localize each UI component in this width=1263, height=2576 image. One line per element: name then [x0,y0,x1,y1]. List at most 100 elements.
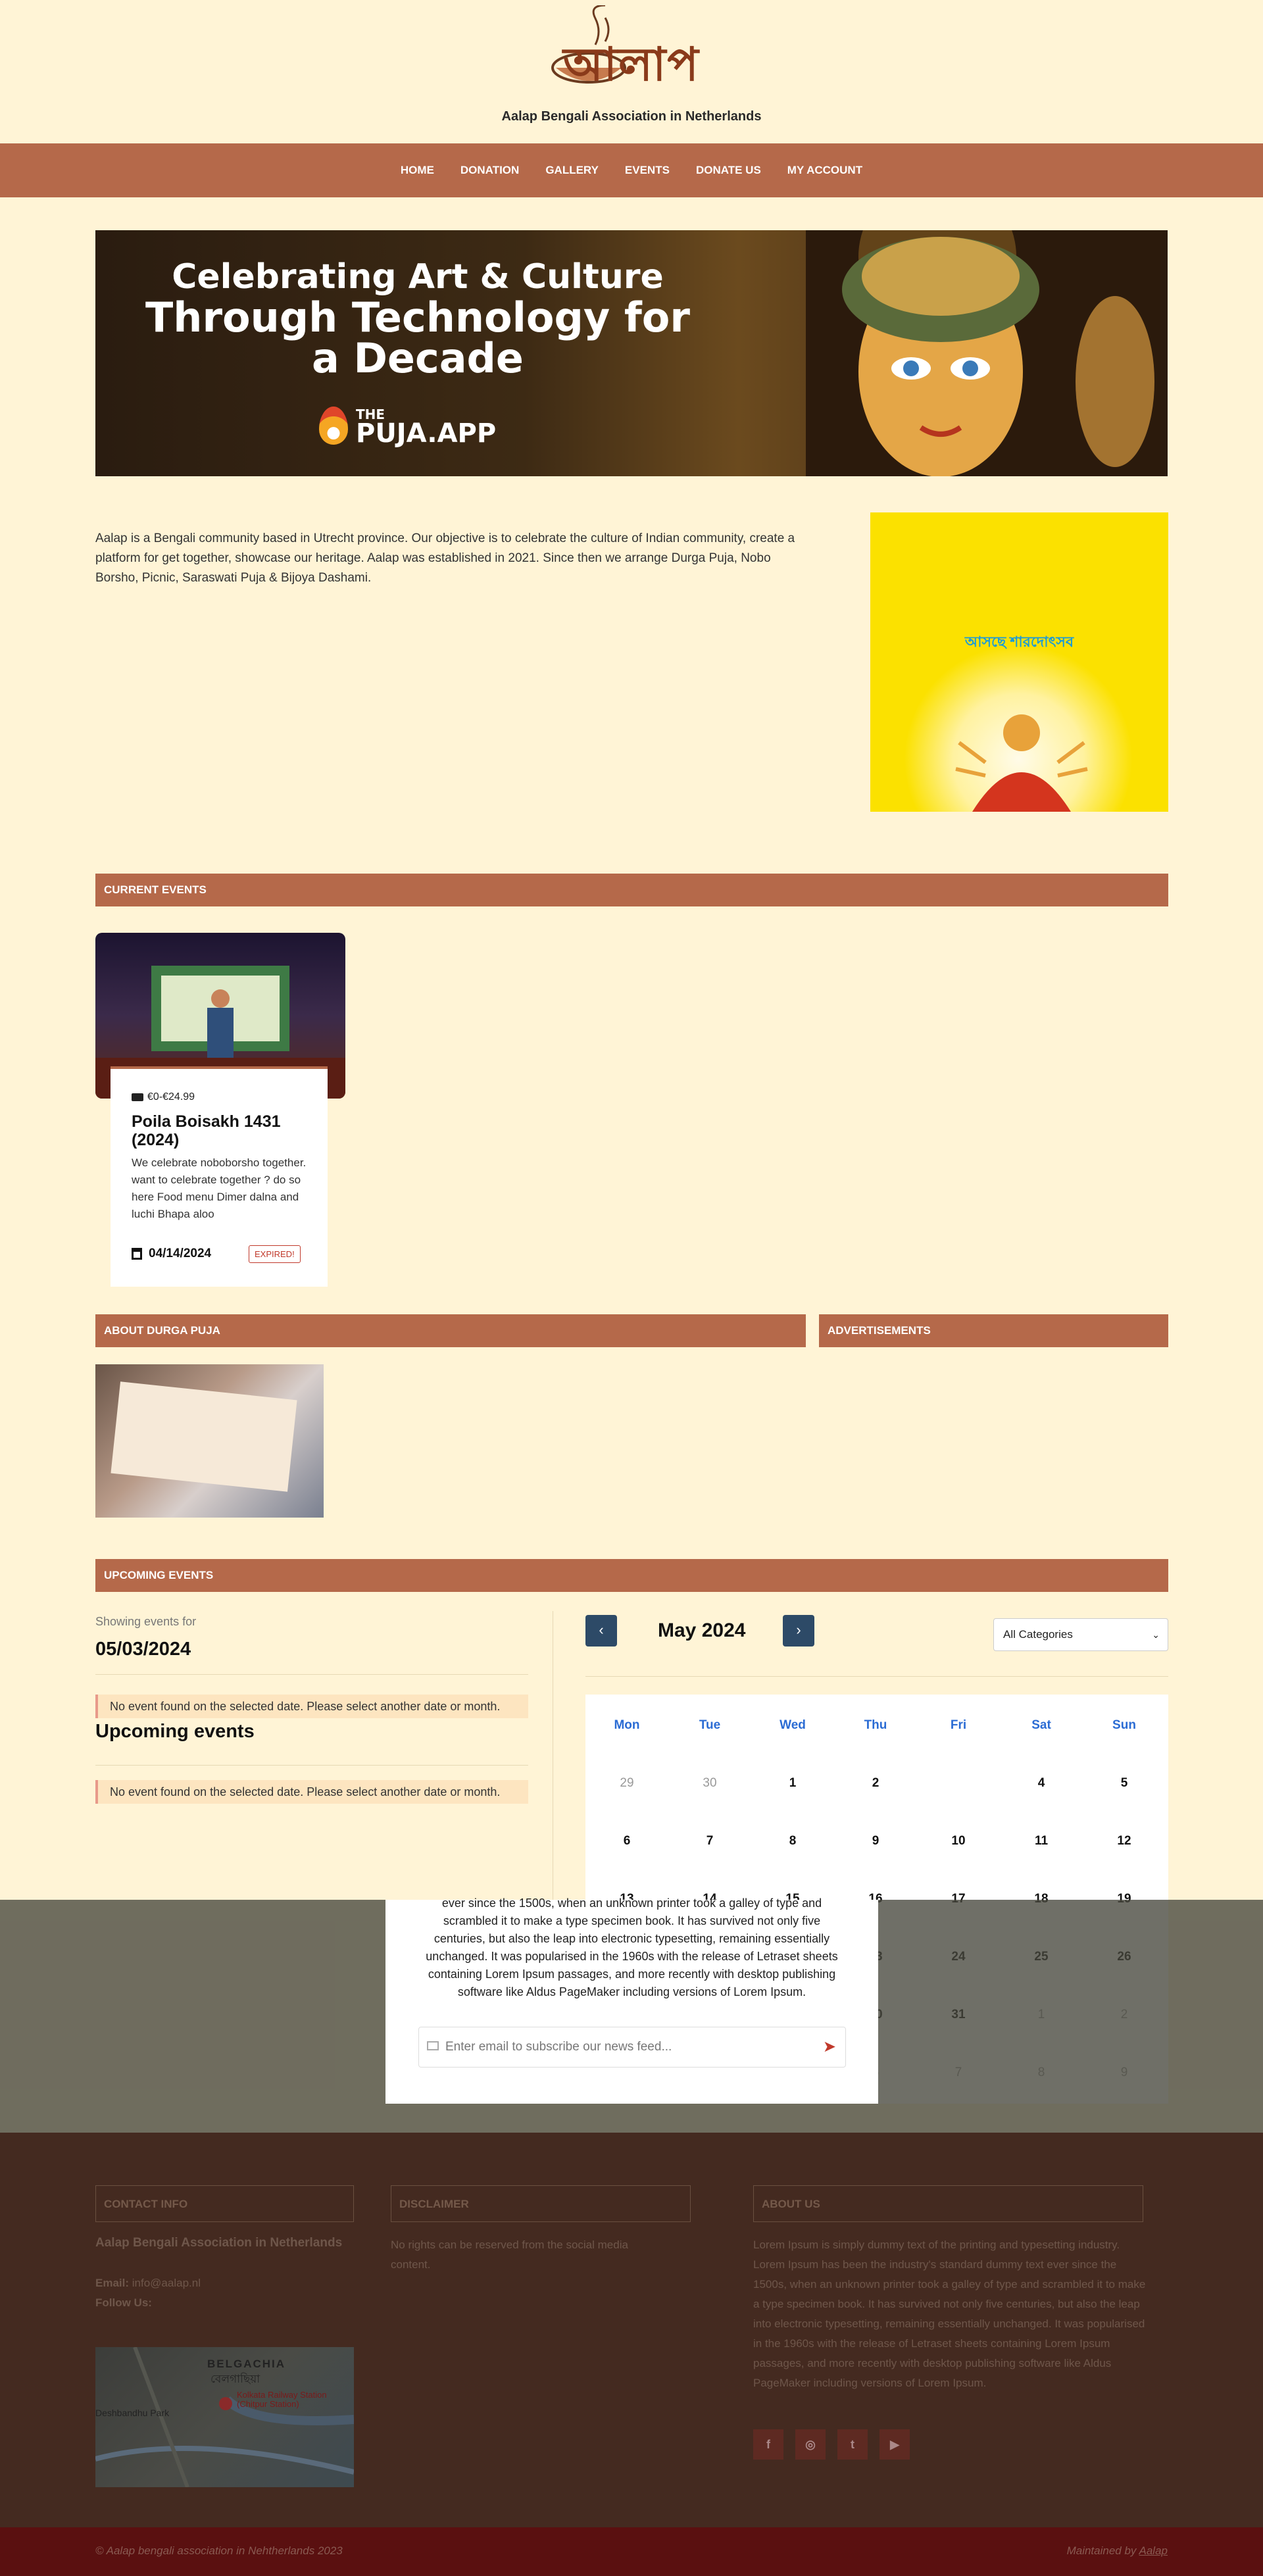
durga-face-image [806,230,1161,476]
twitter-icon[interactable]: t [837,2429,868,2460]
category-select[interactable]: All Categories ⌄ [993,1618,1168,1651]
footer-email: Email: info@aalap.nl [95,2273,201,2293]
calendar-day[interactable]: 5 [1083,1776,1166,1791]
showing-date: 05/03/2024 [95,1639,191,1660]
intro-text: Aalap is a Bengali community based in Ut… [95,532,795,585]
day-name: Tue [699,1718,721,1732]
maintainer-link[interactable]: Aalap [1139,2544,1168,2557]
nav-item-donation[interactable]: DONATION [460,164,519,177]
contact-info-title: CONTACT INFO [95,2185,354,2222]
calendar-month: May 2024 [658,1620,746,1641]
calendar-icon [132,1248,142,1260]
instagram-icon[interactable]: ◎ [795,2429,826,2460]
upcoming-events-bar: UPCOMING EVENTS [95,1559,1168,1592]
calendar-day[interactable]: 10 [917,1834,1000,1848]
about-us-title: ABOUT US [753,2185,1143,2222]
event-date: 04/14/2024 [132,1247,211,1261]
map-label-area: BELGACHIA [207,2358,286,2370]
banner-line-3: a Decade [312,334,524,382]
calendar-day[interactable]: 11 [1000,1834,1083,1848]
advertisements-bar: ADVERTISEMENTS [819,1314,1168,1347]
subscribe-popup: ever since the 1500s, when an unknown pr… [385,1896,878,2104]
divider [95,1765,528,1766]
calendar-day[interactable]: 3 [917,1776,1000,1791]
durga-promo-image[interactable]: আসছে শারদোৎসব [870,512,1168,812]
next-month-button[interactable]: › [783,1615,814,1647]
prev-month-button[interactable]: ‹ [585,1615,617,1647]
calendar-day[interactable]: 1 [751,1776,834,1791]
banner-line-1: Celebrating Art & Culture [172,257,664,297]
calendar-card-photo [111,1381,297,1492]
banner-line-2: Through Technology for [145,293,690,341]
subscribe-input[interactable]: Enter email to subscribe our news feed..… [418,2027,846,2068]
upcoming-heading: Upcoming events [95,1721,255,1742]
site-header: আলাপ Aalap Bengali Association in Nether… [0,0,1263,143]
event-card[interactable]: €0-€24.99 Poila Boisakh 1431 (2024) We c… [111,1066,328,1287]
about-us-text: Lorem Ipsum is simply dummy text of the … [753,2239,1146,2389]
footer-org-name: Aalap Bengali Association in Netherlands [95,2236,343,2250]
maintained-by-label: Maintained by [1066,2544,1137,2557]
divider [95,1674,528,1675]
divider [585,1676,1168,1677]
flame-icon [319,407,348,445]
disclaimer-text: No rights can be reserved from the socia… [391,2239,628,2271]
calendar-day[interactable]: 12 [1083,1834,1166,1848]
event-description: We celebrate noboborsho together. want t… [132,1156,307,1220]
no-event-alert-2: No event found on the selected date. Ple… [95,1780,528,1804]
nav-item-events[interactable]: EVENTS [625,164,670,177]
calendar-day[interactable]: 6 [585,1834,668,1848]
main-nav: HOME DONATION GALLERY EVENTS DONATE US M… [0,143,1263,197]
nav-item-gallery[interactable]: GALLERY [545,164,599,177]
email-label: Email: [95,2277,130,2289]
email-value[interactable]: info@aalap.nl [132,2277,201,2289]
nav-item-home[interactable]: HOME [401,164,434,177]
day-name: Mon [614,1718,640,1732]
event-date-value: 04/14/2024 [149,1247,212,1260]
day-name: Thu [864,1718,887,1732]
nav-item-my-account[interactable]: MY ACCOUNT [787,164,862,177]
send-icon[interactable]: ➤ [823,2027,836,2067]
calendar-day[interactable]: 8 [751,1834,834,1848]
location-map[interactable]: BELGACHIA বেলগাছিয়া Deshbandhu Park Kol… [95,2347,354,2487]
calendar-day[interactable]: 4 [1000,1776,1083,1791]
copyright-text: © Aalap bengali association in Nehtherla… [95,2544,343,2557]
mail-icon [427,2041,439,2050]
site-logo[interactable]: আলাপ [549,4,714,91]
youtube-icon[interactable]: ▶ [879,2429,910,2460]
map-label-bengali: বেলগাছিয়া [210,2373,260,2385]
calendar-day[interactable]: 29 [585,1776,668,1791]
day-name: Wed [780,1718,806,1732]
facebook-icon[interactable]: f [753,2429,783,2460]
about-durga-bar: ABOUT DURGA PUJA [95,1314,806,1347]
durga-illustration [955,714,1088,812]
calendar-day[interactable]: 7 [668,1834,751,1848]
no-event-alert: No event found on the selected date. Ple… [95,1695,528,1718]
chevron-down-icon: ⌄ [1152,1629,1160,1640]
event-title[interactable]: Poila Boisakh 1431 (2024) [132,1112,307,1149]
ticket-icon [132,1093,143,1101]
follow-label: Follow Us: [95,2296,152,2309]
about-durga-image[interactable] [95,1364,324,1518]
site-subtitle: Aalap Bengali Association in Netherlands [501,109,762,124]
expired-badge: EXPIRED! [249,1245,301,1263]
day-name: Fri [950,1718,967,1732]
promo-text: আসছে শারদোৎসব [964,633,1074,650]
category-select-value: All Categories [1003,1628,1073,1641]
popup-text: ever since the 1500s, when an unknown pr… [426,1896,838,1998]
calendar-day[interactable]: 2 [834,1776,917,1791]
hero-banner[interactable]: Celebrating Art & Culture Through Techno… [95,230,1168,476]
calendar-day[interactable]: 9 [834,1834,917,1848]
maintained-by: Maintained by Aalap [1067,2544,1168,2558]
pujaapp-big: PUJA.APP [356,418,497,449]
banner-heading: Celebrating Art & Culture Through Techno… [122,257,714,379]
day-name: Sun [1112,1718,1136,1732]
subscribe-placeholder: Enter email to subscribe our news feed..… [445,2040,672,2054]
map-label-park: Deshbandhu Park [95,2408,170,2418]
nav-item-donate-us[interactable]: DONATE US [696,164,761,177]
event-price-value: €0-€24.99 [147,1091,195,1102]
day-name: Sat [1031,1718,1051,1732]
bottom-bar: © Aalap bengali association in Nehtherla… [0,2527,1263,2576]
calendar-day[interactable]: 30 [668,1776,751,1791]
disclaimer-title: DISCLAIMER [391,2185,691,2222]
map-label-station: Kolkata Railway Station (Chitpur Station… [237,2390,327,2409]
